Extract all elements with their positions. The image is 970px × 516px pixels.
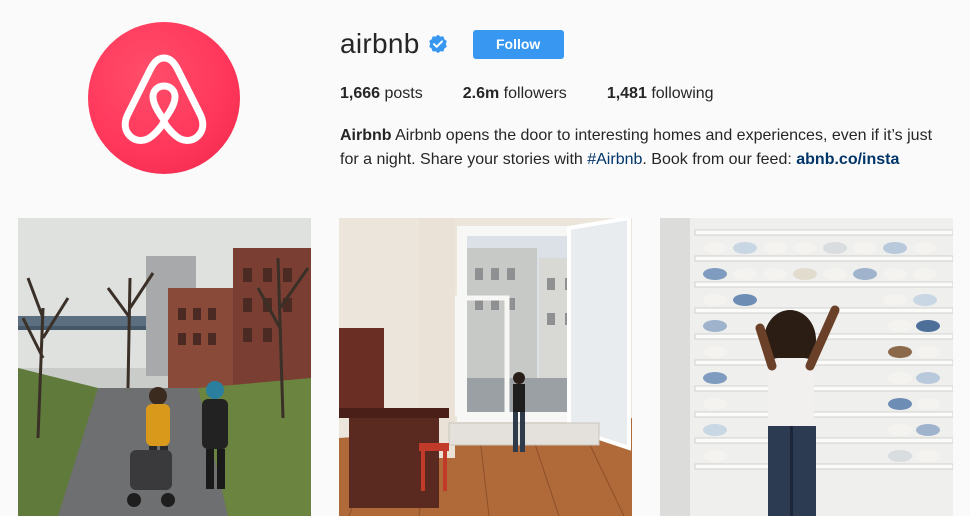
followers-stat[interactable]: 2.6m followers — [463, 85, 567, 103]
profile-title-row: airbnb Follow — [340, 24, 950, 64]
profile-header: airbnb Follow 1,666 posts 2.6m followers… — [340, 24, 950, 172]
followers-count: 2.6m — [462, 85, 500, 102]
posts-grid — [18, 218, 970, 516]
pottery-shelf-image — [660, 218, 953, 516]
posts-count: 1,666 — [340, 85, 381, 102]
posts-stat: 1,666 posts — [340, 85, 423, 103]
airbnb-logo-icon — [121, 54, 207, 144]
profile-username: airbnb — [340, 28, 420, 59]
post-thumbnail-window-room[interactable] — [339, 218, 632, 516]
following-stat[interactable]: 1,481 following — [607, 85, 714, 103]
window-room-image — [339, 218, 632, 516]
following-count: 1,481 — [606, 85, 647, 102]
post-thumbnail-pottery-shelf[interactable] — [660, 218, 953, 516]
bio-website-link[interactable]: abnb.co/insta — [796, 151, 899, 168]
profile-avatar[interactable] — [88, 22, 240, 174]
profile-stats: 1,666 posts 2.6m followers 1,481 followi… — [340, 85, 950, 103]
street-walk-image — [18, 218, 311, 516]
bio-hashtag-link[interactable]: #Airbnb — [587, 151, 642, 168]
bio-name: Airbnb — [340, 127, 392, 144]
post-thumbnail-street-walk[interactable] — [18, 218, 311, 516]
profile-bio: Airbnb Airbnb opens the door to interest… — [340, 124, 940, 172]
follow-button[interactable]: Follow — [472, 29, 564, 59]
followers-label: followers — [503, 85, 567, 102]
posts-label: posts — [384, 85, 423, 102]
verified-badge-icon — [428, 34, 448, 54]
following-label: following — [651, 85, 714, 102]
bio-text-2: . Book from our feed: — [642, 151, 792, 168]
